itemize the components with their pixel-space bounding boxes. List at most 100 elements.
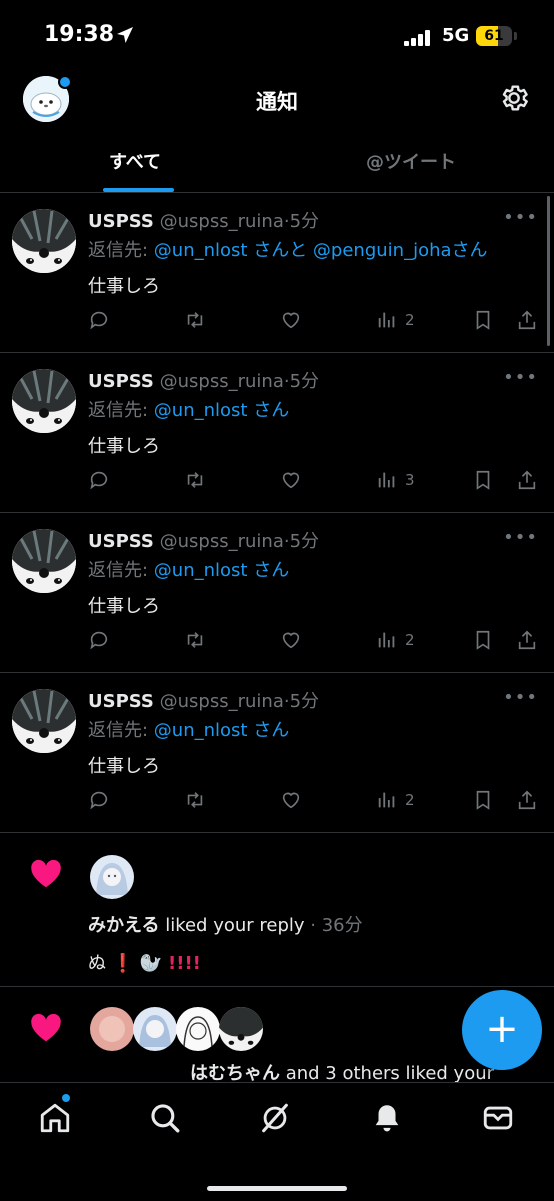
- views-icon[interactable]: [376, 469, 398, 491]
- notification-action: and 3 others liked your: [280, 1063, 495, 1084]
- user-avatar[interactable]: [12, 689, 76, 753]
- author-name[interactable]: USPSS: [88, 691, 154, 712]
- scrollbar[interactable]: [547, 196, 550, 346]
- liker-avatar[interactable]: [176, 1007, 220, 1051]
- search-icon[interactable]: [148, 1101, 182, 1135]
- heart-icon: [31, 859, 61, 888]
- tweet-text: 仕事しろ: [88, 436, 160, 457]
- battery-icon: 61: [476, 26, 512, 46]
- reply-prefix: 返信先:: [88, 560, 154, 581]
- author-name[interactable]: USPSS: [88, 531, 154, 552]
- hamster-avatar-icon: [12, 689, 76, 753]
- grok-icon[interactable]: [258, 1101, 292, 1135]
- reply-context: 返信先: @un_nlost さん: [88, 716, 289, 742]
- notifications-feed: USPSS @uspss_ruina·5分 ••• 返信先: @un_nlost…: [0, 193, 554, 1098]
- reply-mentions[interactable]: @un_nlost さん: [154, 560, 289, 581]
- tweet-actions: 2: [88, 789, 542, 813]
- notification-text: みかえる liked your reply · 36分: [88, 911, 363, 937]
- reply-tweet[interactable]: USPSS @uspss_ruina·5分 ••• 返信先: @un_nlost…: [0, 513, 554, 673]
- anime-avatar-icon: [133, 1007, 177, 1051]
- retweet-icon[interactable]: [184, 469, 206, 491]
- location-arrow-icon: [117, 27, 133, 43]
- exclamation-mark: ❗: [111, 953, 135, 974]
- page-title: 通知: [256, 90, 298, 114]
- home-new-dot: [62, 1094, 70, 1102]
- tweet-time: 5分: [289, 691, 320, 712]
- share-icon[interactable]: [516, 309, 538, 331]
- tweet-header: USPSS @uspss_ruina·5分: [88, 527, 319, 553]
- bookmark-icon[interactable]: [472, 789, 494, 811]
- liker-name[interactable]: はむちゃん: [190, 1063, 280, 1084]
- like-notification[interactable]: みかえる liked your reply · 36分 ぬ ❗ 🦭 !!!!: [0, 833, 554, 987]
- settings-gear-icon[interactable]: [498, 82, 530, 114]
- views-count: 2: [405, 791, 415, 809]
- mail-icon[interactable]: [481, 1101, 515, 1135]
- reply-mentions[interactable]: @un_nlost さん: [154, 720, 289, 741]
- reply-context: 返信先: @un_nlost さん: [88, 396, 289, 422]
- status-time: 19:38: [44, 22, 115, 47]
- liker-avatar[interactable]: [219, 1007, 263, 1051]
- bookmark-icon[interactable]: [472, 309, 494, 331]
- author-handle: @uspss_ruina: [159, 371, 284, 392]
- status-bar: 19:38 5G 61: [0, 0, 554, 72]
- like-icon[interactable]: [280, 629, 302, 651]
- share-icon[interactable]: [516, 469, 538, 491]
- reply-icon[interactable]: [88, 309, 110, 331]
- more-options-icon[interactable]: •••: [503, 207, 538, 228]
- reply-tweet[interactable]: USPSS @uspss_ruina·5分 ••• 返信先: @un_nlost…: [0, 193, 554, 353]
- reply-prefix: 返信先:: [88, 400, 154, 421]
- home-icon[interactable]: [38, 1101, 72, 1135]
- battery-level: 61: [484, 28, 504, 44]
- liker-avatar[interactable]: [133, 1007, 177, 1051]
- more-options-icon[interactable]: •••: [503, 367, 538, 388]
- notification-time: · 36分: [304, 915, 363, 936]
- heart-icon: [31, 1013, 61, 1042]
- reply-icon[interactable]: [88, 629, 110, 651]
- tweet-time: 5分: [289, 211, 320, 232]
- tweet-time: 5分: [289, 531, 320, 552]
- user-avatar[interactable]: [12, 529, 76, 593]
- views-icon[interactable]: [376, 789, 398, 811]
- more-options-icon[interactable]: •••: [503, 527, 538, 548]
- reply-tweet[interactable]: USPSS @uspss_ruina·5分 ••• 返信先: @un_nlost…: [0, 673, 554, 833]
- views-count: 3: [405, 471, 415, 489]
- bookmark-icon[interactable]: [472, 469, 494, 491]
- tab-all[interactable]: すべて: [109, 148, 161, 174]
- reply-prefix: 返信先:: [88, 720, 154, 741]
- reply-icon[interactable]: [88, 789, 110, 811]
- like-icon[interactable]: [280, 469, 302, 491]
- retweet-icon[interactable]: [184, 309, 206, 331]
- views-icon[interactable]: [376, 629, 398, 651]
- liker-avatar[interactable]: [90, 855, 134, 899]
- home-indicator[interactable]: [207, 1186, 347, 1191]
- share-icon[interactable]: [516, 629, 538, 651]
- user-avatar[interactable]: [12, 369, 76, 433]
- double-exclamation-mark: !!: [184, 953, 201, 974]
- reply-mentions[interactable]: @un_nlost さんと @penguin_johaさん: [154, 240, 488, 261]
- author-name[interactable]: USPSS: [88, 371, 154, 392]
- liker-avatar[interactable]: [90, 1007, 134, 1051]
- tab-mentions[interactable]: @ツイート: [366, 148, 456, 174]
- compose-button[interactable]: +: [462, 990, 542, 1070]
- bell-icon[interactable]: [370, 1101, 404, 1135]
- hamster-avatar-icon: [12, 369, 76, 433]
- sketch-avatar-icon: [176, 1007, 220, 1051]
- active-tab-indicator: [103, 188, 174, 192]
- like-icon[interactable]: [280, 309, 302, 331]
- user-avatar[interactable]: [12, 209, 76, 273]
- more-options-icon[interactable]: •••: [503, 687, 538, 708]
- reply-icon[interactable]: [88, 469, 110, 491]
- retweet-icon[interactable]: [184, 789, 206, 811]
- network-type: 5G: [442, 25, 470, 46]
- views-icon[interactable]: [376, 309, 398, 331]
- liker-name[interactable]: みかえる: [88, 915, 159, 936]
- retweet-icon[interactable]: [184, 629, 206, 651]
- share-icon[interactable]: [516, 789, 538, 811]
- reply-tweet[interactable]: USPSS @uspss_ruina·5分 ••• 返信先: @un_nlost…: [0, 353, 554, 513]
- bookmark-icon[interactable]: [472, 629, 494, 651]
- like-icon[interactable]: [280, 789, 302, 811]
- reply-mentions[interactable]: @un_nlost さん: [154, 400, 289, 421]
- author-name[interactable]: USPSS: [88, 211, 154, 232]
- tweet-actions: 3: [88, 469, 542, 493]
- reply-context: 返信先: @un_nlost さんと @penguin_johaさん: [88, 236, 488, 262]
